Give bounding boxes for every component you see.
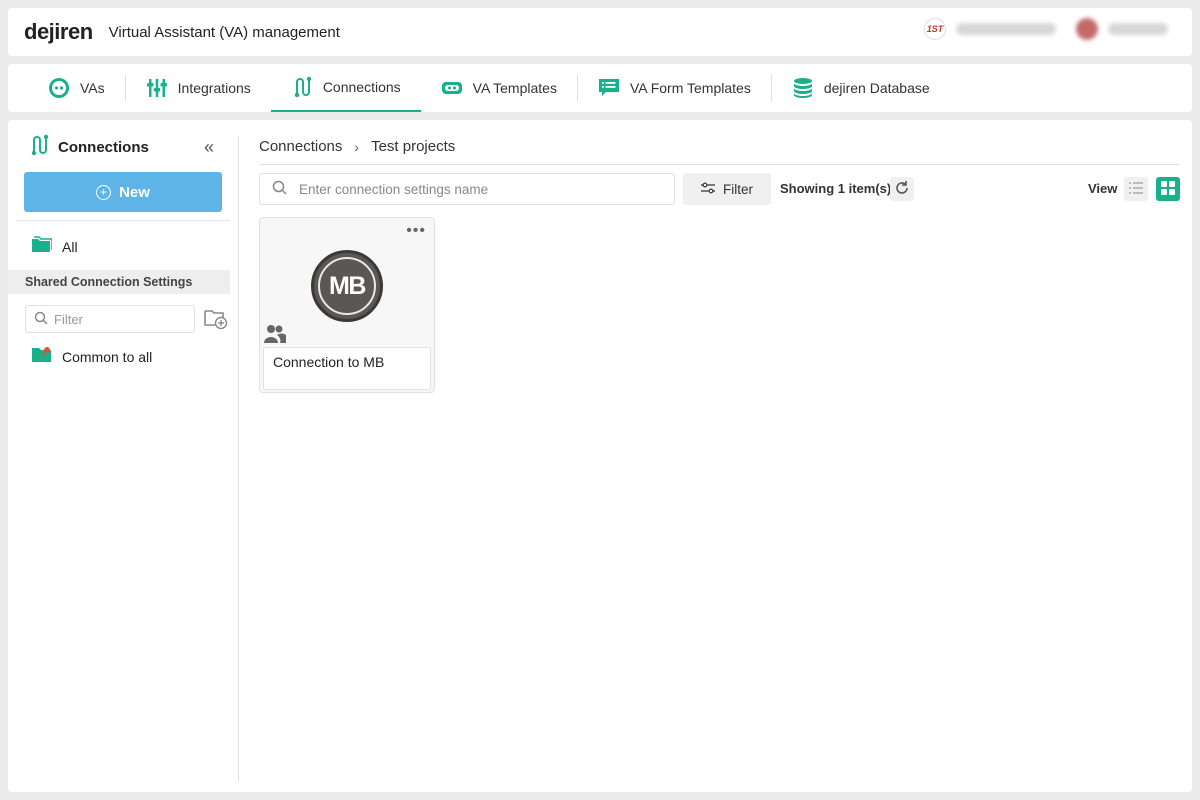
tab-integrations[interactable]: Integrations	[126, 64, 271, 112]
avatar-initials: MB	[318, 257, 376, 315]
avatar[interactable]	[1076, 18, 1098, 40]
folder-icon	[32, 236, 53, 257]
connection-avatar: MB	[311, 250, 383, 322]
sidebar-item-all[interactable]: All	[32, 236, 78, 257]
connections-icon	[291, 76, 313, 98]
top-bar: dejiren Virtual Assistant (VA) managemen…	[8, 8, 1192, 56]
collapse-sidebar-icon[interactable]: «	[204, 138, 214, 156]
new-button[interactable]: + New	[24, 172, 222, 212]
content-area: Connections › Test projects Filter Showi…	[259, 120, 1180, 784]
tab-label: Integrations	[177, 80, 251, 96]
grid-icon	[1161, 180, 1175, 198]
sidebar-filter[interactable]	[25, 305, 195, 333]
tab-connections[interactable]: Connections	[270, 64, 421, 112]
sidebar-divider	[16, 220, 230, 221]
plus-circle-icon: +	[96, 184, 112, 200]
tab-vas[interactable]: VAs	[28, 64, 125, 112]
user-name-redacted[interactable]	[1108, 23, 1168, 35]
robot-icon	[48, 77, 70, 99]
search-icon	[272, 180, 287, 198]
va-template-icon	[441, 77, 463, 99]
connection-card[interactable]: ••• MB Connection to MB	[259, 217, 435, 393]
dejiren-logo[interactable]: dejiren	[24, 19, 93, 45]
view-label: View	[1088, 181, 1118, 196]
refresh-button[interactable]	[890, 177, 914, 201]
tab-label: Connections	[322, 79, 401, 95]
pinned-folder-icon	[32, 346, 52, 367]
org-name-redacted	[956, 23, 1056, 35]
tab-va-templates[interactable]: VA Templates	[421, 64, 577, 112]
tab-label: VAs	[80, 80, 105, 96]
tab-label: VA Templates	[472, 80, 557, 96]
tab-label: VA Form Templates	[629, 80, 751, 96]
sidebar-border	[238, 136, 239, 782]
sidebar-item-common-to-all[interactable]: Common to all	[32, 346, 152, 367]
connections-icon	[28, 134, 50, 160]
main-nav: VAs Integrations Connections VA Template…	[8, 64, 1192, 112]
connection-name: Connection to MB	[263, 347, 431, 390]
sidebar-header: Connections	[28, 134, 149, 160]
account-area: 1ST	[924, 18, 1168, 40]
sidebar-item-label: All	[62, 238, 78, 255]
tab-label: dejiren Database	[823, 80, 930, 96]
new-button-label: New	[119, 183, 150, 201]
main-panel: Connections « + New All Shared Connectio…	[8, 120, 1192, 792]
sidebar: Connections « + New All Shared Connectio…	[8, 120, 238, 784]
breadcrumb-connections[interactable]: Connections	[259, 138, 342, 155]
app-title: Virtual Assistant (VA) management	[108, 23, 340, 41]
tab-dejiren-database[interactable]: dejiren Database	[772, 64, 950, 112]
refresh-icon	[894, 180, 910, 199]
search-icon	[34, 311, 48, 328]
shared-settings-header: Shared Connection Settings	[8, 270, 230, 294]
chevron-right-icon: ›	[354, 138, 360, 155]
filter-button[interactable]: Filter	[683, 173, 771, 205]
sidebar-title: Connections	[58, 138, 149, 156]
sidebar-item-label: Common to all	[62, 348, 153, 365]
list-icon	[1129, 181, 1143, 197]
add-folder-icon[interactable]	[204, 308, 228, 333]
tab-va-form-templates[interactable]: VA Form Templates	[578, 64, 771, 112]
form-template-icon	[598, 77, 620, 99]
search-input[interactable]	[299, 181, 659, 197]
org-badge[interactable]: 1ST	[924, 18, 946, 40]
filter-button-label: Filter	[723, 181, 753, 197]
shared-users-icon	[264, 324, 289, 347]
grid-view-button[interactable]	[1156, 177, 1180, 201]
list-view-button[interactable]	[1124, 177, 1148, 201]
more-options-icon[interactable]: •••	[406, 223, 426, 239]
sidebar-filter-input[interactable]	[54, 311, 184, 327]
breadcrumb-current: Test projects	[371, 138, 456, 155]
database-icon	[792, 77, 814, 99]
breadcrumb: Connections › Test projects	[259, 138, 455, 155]
search-box[interactable]	[259, 173, 675, 205]
result-count: Showing 1 item(s)	[780, 181, 892, 196]
integrations-icon	[146, 77, 168, 99]
sliders-icon	[701, 182, 715, 197]
breadcrumb-divider	[259, 164, 1179, 165]
